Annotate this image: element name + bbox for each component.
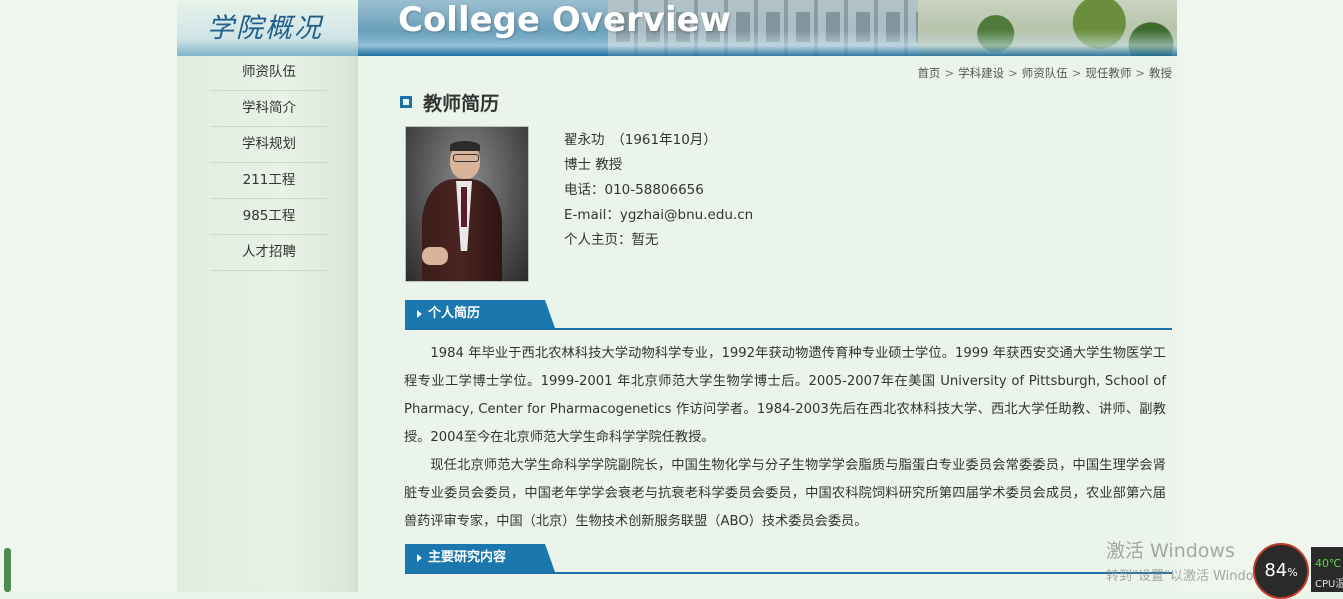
page-title-block: 教师简历 [400,89,499,116]
cpu-usage-value: 84 [1264,560,1288,581]
breadcrumb-faculty[interactable]: 师资队伍 [1022,66,1068,80]
main-content: 首页 > 学科建设 > 师资队伍 > 现任教师 > 教授 教师简历 翟永功 （1961年10月）… [358,56,1177,592]
breadcrumb-separator: > [944,66,955,80]
sidebar-title: 学院概况 [207,13,323,44]
page-background-right [1177,0,1343,592]
sidebar-item-recruitment[interactable]: 人才招聘 [210,235,328,271]
triangle-right-icon [417,553,422,562]
photo-glasses [453,154,479,162]
profile-homepage: 个人主页：暂无 [564,232,659,248]
banner-title: College Overview [398,0,732,40]
photo-tie [461,187,467,227]
breadcrumb-separator: > [1135,66,1145,80]
breadcrumb-professor: 教授 [1149,66,1172,80]
watermark-line-1: 激活 Windows [1106,540,1235,562]
profile-phone: 电话：010-58806656 [564,182,704,198]
teacher-photo [405,126,529,282]
scroll-indicator[interactable] [4,548,11,592]
section-tab-label: 主要研究内容 [428,550,507,565]
section-tab-bio[interactable]: 个人简历 [405,300,555,328]
breadcrumb-discipline[interactable]: 学科建设 [958,66,1004,80]
page-title: 教师简历 [423,93,500,115]
bio-text: 1984 年毕业于西北农林科技大学动物科学专业，1992年获动物遗传育种专业硕士… [404,340,1166,536]
header-banner: College Overview [358,0,1177,56]
profile-name: 翟永功 （1961年10月） [564,132,717,148]
page-background-left [0,0,177,592]
photo-hair [450,141,480,151]
cpu-temperature-label: CPU温度 [1315,579,1343,590]
sidebar: 学院概况 师资队伍 学科简介 学科规划 211工程 985工程 人才招聘 [177,0,358,592]
breadcrumb-home[interactable]: 首页 [917,66,940,80]
section-bio-header: 个人简历 [405,300,1172,330]
breadcrumb-current-teachers[interactable]: 现任教师 [1085,66,1131,80]
sidebar-item-faculty[interactable]: 师资队伍 [210,55,328,91]
section-research-header: 主要研究内容 [405,544,1172,574]
sidebar-item-project-985[interactable]: 985工程 [210,199,328,235]
cpu-usage-unit: % [1287,566,1298,579]
photo-hand [422,247,448,265]
triangle-right-icon [417,309,422,318]
sidebar-item-discipline-intro[interactable]: 学科简介 [210,91,328,127]
cpu-side-panel: 40℃ CPU温度 [1311,547,1343,592]
sidebar-item-project-211[interactable]: 211工程 [210,163,328,199]
bio-paragraph: 1984 年毕业于西北农林科技大学动物科学专业，1992年获动物遗传育种专业硕士… [404,346,1166,445]
profile-email[interactable]: E-mail：ygzhai@bnu.edu.cn [564,203,753,228]
section-tab-label: 个人简历 [428,306,481,321]
breadcrumb: 首页 > 学科建设 > 师资队伍 > 现任教师 > 教授 [917,65,1172,81]
title-square-icon [400,96,412,108]
breadcrumb-separator: > [1008,66,1018,80]
cpu-temperature: 40℃ [1315,557,1342,570]
bio-paragraph: 现任北京师范大学生命科学学院副院长，中国生物化学与分子生物学学会脂质与脂蛋白专业… [404,458,1166,529]
sidebar-item-discipline-plan[interactable]: 学科规划 [210,127,328,163]
sidebar-nav: 师资队伍 学科简介 学科规划 211工程 985工程 人才招聘 [210,55,328,271]
cpu-monitor-widget[interactable]: 84% 40℃ CPU温度 [1253,543,1343,599]
profile-info: 翟永功 （1961年10月） 博士 教授 电话：010-58806656 E-m… [564,128,753,253]
breadcrumb-separator: > [1071,66,1082,80]
profile-degree: 博士 教授 [564,157,623,173]
section-tab-research[interactable]: 主要研究内容 [405,544,555,572]
cpu-usage-gauge: 84% [1253,543,1309,599]
sidebar-header: 学院概况 [177,0,358,56]
windows-activation-watermark: 激活 Windows 转到"设置"以激活 Windows。 [1106,536,1256,584]
watermark-line-2: 转到"设置"以激活 Windows。 [1106,569,1256,584]
